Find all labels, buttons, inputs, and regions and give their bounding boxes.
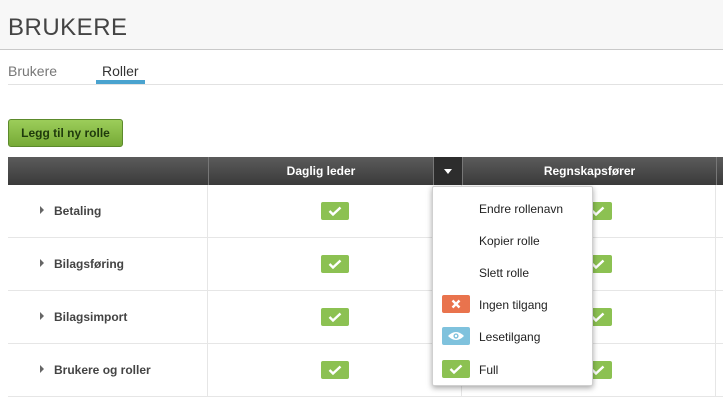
column-header-area <box>8 157 208 185</box>
row-label: Bilagsimport <box>54 310 128 324</box>
check-icon[interactable] <box>321 308 349 326</box>
row-label: Bilagsføring <box>54 257 125 271</box>
table-row: Bilagsimport <box>8 291 723 344</box>
menu-item-copy-role[interactable]: Kopier rolle <box>433 225 592 257</box>
tab-bar: Brukere Roller <box>0 51 723 85</box>
permission-cell <box>208 185 462 237</box>
tab-roller[interactable]: Roller <box>102 63 139 79</box>
role-menu-toggle[interactable] <box>433 157 462 185</box>
check-icon[interactable] <box>321 202 349 220</box>
permission-cell <box>208 344 462 396</box>
menu-item-label: Kopier rolle <box>479 234 540 248</box>
menu-item-label: Endre rollenavn <box>479 202 564 216</box>
page-header: BRUKERE <box>0 0 723 50</box>
tab-divider <box>8 84 723 85</box>
row-name-cell: Bilagsføring <box>8 238 208 290</box>
expand-arrow-icon[interactable] <box>40 312 44 320</box>
check-icon <box>442 360 470 378</box>
eye-icon <box>442 327 470 345</box>
tab-brukere[interactable]: Brukere <box>8 63 57 79</box>
row-label: Betaling <box>54 204 102 218</box>
row-name-cell: Betaling <box>8 185 208 237</box>
expand-arrow-icon[interactable] <box>40 206 44 214</box>
table-row: Bilagsføring <box>8 238 723 291</box>
menu-item-no-access[interactable]: Ingen tilgang <box>433 289 592 321</box>
menu-item-delete-role[interactable]: Slett rolle <box>433 257 592 289</box>
add-role-button[interactable]: Legg til ny rolle <box>8 119 123 147</box>
column-header-daglig-leder[interactable]: Daglig leder <box>208 157 433 185</box>
column-header-overflow <box>716 157 723 185</box>
menu-item-label: Lesetilgang <box>479 330 541 344</box>
x-icon <box>442 295 470 313</box>
menu-item-full-access[interactable]: Full <box>433 354 592 386</box>
roles-table: Daglig leder Regnskapsfører Betaling Bil… <box>8 157 723 397</box>
role-dropdown-menu: Endre rollenavn Kopier rolle Slett rolle… <box>432 186 593 386</box>
row-name-cell: Brukere og roller <box>8 344 208 396</box>
permission-cell <box>208 291 462 343</box>
column-header-regnskapsforer[interactable]: Regnskapsfører <box>462 157 716 185</box>
menu-item-label: Slett rolle <box>479 266 530 280</box>
expand-arrow-icon[interactable] <box>40 365 44 373</box>
caret-down-icon <box>444 169 452 174</box>
menu-item-label: Full <box>479 363 499 377</box>
check-icon[interactable] <box>321 255 349 273</box>
menu-item-rename-role[interactable]: Endre rollenavn <box>433 193 592 225</box>
check-icon[interactable] <box>321 361 349 379</box>
menu-item-read-access[interactable]: Lesetilgang <box>433 321 592 353</box>
menu-item-label: Ingen tilgang <box>479 298 548 312</box>
row-label: Brukere og roller <box>54 363 151 377</box>
page-title: BRUKERE <box>8 14 128 41</box>
table-header: Daglig leder Regnskapsfører <box>8 157 723 185</box>
row-name-cell: Bilagsimport <box>8 291 208 343</box>
table-row: Brukere og roller <box>8 344 723 397</box>
table-row: Betaling <box>8 185 723 238</box>
expand-arrow-icon[interactable] <box>40 259 44 267</box>
permission-cell <box>208 238 462 290</box>
